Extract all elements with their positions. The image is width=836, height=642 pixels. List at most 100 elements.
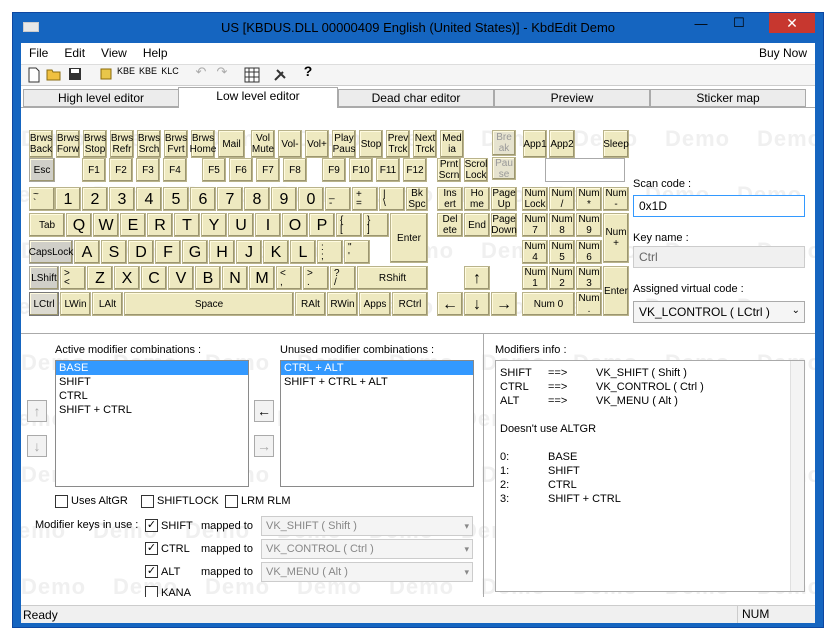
key-lalt[interactable]: LAlt — [92, 292, 123, 316]
key-page-up[interactable]: Page Up — [491, 187, 517, 211]
shift-vk-select[interactable]: VK_SHIFT ( Shift ) ▾ — [261, 516, 473, 536]
tab-sticker-map[interactable]: Sticker map — [650, 89, 806, 107]
new-file-icon[interactable] — [25, 67, 43, 85]
key-arrow-left[interactable]: ← — [437, 292, 463, 316]
key-num-add[interactable]: Num + — [603, 213, 629, 263]
key-lwin[interactable]: LWin — [60, 292, 91, 316]
key-brws-refr[interactable]: Brws Refr — [110, 130, 134, 158]
key-app1[interactable]: App1 — [523, 130, 547, 158]
key-x[interactable]: X — [114, 266, 140, 290]
list-item[interactable]: CTRL + ALT — [281, 361, 473, 375]
key-tab[interactable]: Tab — [29, 213, 65, 237]
key-next-trck[interactable]: Next Trck — [413, 130, 437, 158]
key-break[interactable]: Bre ak — [492, 130, 516, 156]
key-oem102[interactable]: > < — [60, 266, 86, 290]
key-num-div[interactable]: Num / — [549, 187, 575, 211]
klc-icon[interactable]: KLC — [161, 67, 179, 85]
key-home[interactable]: Ho me — [464, 187, 490, 211]
key-minus[interactable]: _ - — [325, 187, 351, 211]
menu-help[interactable]: Help — [135, 46, 176, 60]
key-c[interactable]: C — [141, 266, 167, 290]
move-right-button[interactable]: → — [254, 435, 274, 457]
key-num4[interactable]: Num 4 — [522, 240, 548, 264]
key-caps[interactable]: CapsLock — [29, 240, 73, 264]
key-mail[interactable]: Mail — [218, 130, 245, 158]
kbe-export-icon[interactable]: KBE — [117, 67, 135, 85]
key-enter[interactable]: Enter — [390, 213, 428, 263]
key-slash[interactable]: ? / — [330, 266, 356, 290]
key-quote[interactable]: " ' — [344, 240, 370, 264]
key-rctrl[interactable]: RCtrl — [392, 292, 428, 316]
key-f2[interactable]: F2 — [109, 158, 133, 182]
key-stop[interactable]: Stop — [359, 130, 383, 158]
key-num6[interactable]: Num 6 — [576, 240, 602, 264]
key-num-sub[interactable]: Num - — [603, 187, 629, 211]
key-o[interactable]: O — [282, 213, 308, 237]
key-k[interactable]: K — [263, 240, 289, 264]
shiftlock-checkbox[interactable] — [141, 495, 154, 508]
maximize-button[interactable]: ☐ — [725, 13, 753, 33]
key-comma[interactable]: <, — [276, 266, 302, 290]
key-lbr[interactable]: {[ — [336, 213, 362, 237]
key-apps[interactable]: Apps — [359, 292, 391, 316]
tab-preview[interactable]: Preview — [494, 89, 650, 107]
key-arrow-up[interactable]: ↑ — [464, 266, 490, 290]
kana-checkbox[interactable] — [145, 586, 158, 597]
key-f5[interactable]: F5 — [202, 158, 226, 182]
key-brws-back[interactable]: Brws Back — [29, 130, 53, 158]
key-e[interactable]: E — [120, 213, 146, 237]
key-play-paus[interactable]: Play Paus — [332, 130, 356, 158]
tab-dead-char-editor[interactable]: Dead char editor — [338, 89, 494, 107]
key-n0[interactable]: 0 — [298, 187, 324, 211]
key-w[interactable]: W — [93, 213, 119, 237]
scan-code-field[interactable]: 0x1D — [633, 195, 805, 217]
list-item[interactable]: SHIFT — [56, 375, 248, 389]
key-delete[interactable]: Del ete — [437, 213, 463, 237]
key-num-enter[interactable]: Enter — [603, 266, 629, 316]
key-n[interactable]: N — [222, 266, 248, 290]
minimize-button[interactable]: — — [687, 13, 715, 33]
key-app2[interactable]: App2 — [549, 130, 575, 158]
key-num-dec[interactable]: Num . — [576, 292, 602, 316]
key-n5[interactable]: 5 — [163, 187, 189, 211]
key-f1[interactable]: F1 — [82, 158, 106, 182]
key-f11[interactable]: F11 — [376, 158, 400, 182]
key-vol-up[interactable]: Vol+ — [305, 130, 329, 158]
key-s[interactable]: S — [101, 240, 127, 264]
ctrl-vk-select[interactable]: VK_CONTROL ( Ctrl ) ▾ — [261, 539, 473, 559]
tools-icon[interactable] — [271, 67, 289, 85]
list-item[interactable]: SHIFT + CTRL — [56, 403, 248, 417]
key-name-field[interactable]: Ctrl — [633, 246, 805, 268]
key-rwin[interactable]: RWin — [327, 292, 358, 316]
key-num1[interactable]: Num 1 — [522, 266, 548, 290]
menu-file[interactable]: File — [21, 46, 56, 60]
key-prev-trck[interactable]: Prev Trck — [386, 130, 410, 158]
key-f7[interactable]: F7 — [256, 158, 280, 182]
key-ralt[interactable]: RAlt — [295, 292, 326, 316]
virtual-code-select[interactable]: VK_LCONTROL ( LCtrl ) ⌄ — [633, 301, 805, 323]
key-bslash[interactable]: | \ — [379, 187, 405, 211]
key-equal[interactable]: + = — [352, 187, 378, 211]
key-t[interactable]: T — [174, 213, 200, 237]
key-f9[interactable]: F9 — [322, 158, 346, 182]
redo-icon[interactable]: ↷ — [213, 65, 231, 85]
key-arrow-down[interactable]: ↓ — [464, 292, 490, 316]
key-grave[interactable]: ~ ` — [29, 187, 55, 211]
key-b[interactable]: B — [195, 266, 221, 290]
unused-combos-list[interactable]: CTRL + ALT SHIFT + CTRL + ALT — [280, 360, 474, 487]
move-left-button[interactable]: ← — [254, 400, 274, 422]
key-num7[interactable]: Num 7 — [522, 213, 548, 237]
key-u[interactable]: U — [228, 213, 254, 237]
open-folder-icon[interactable] — [45, 67, 63, 85]
active-combos-list[interactable]: BASE SHIFT CTRL SHIFT + CTRL — [55, 360, 249, 487]
key-i[interactable]: I — [255, 213, 281, 237]
shift-checkbox[interactable]: ✓ — [145, 519, 158, 532]
alt-vk-select[interactable]: VK_MENU ( Alt ) ▾ — [261, 562, 473, 582]
key-esc[interactable]: Esc — [29, 158, 55, 182]
key-insert[interactable]: Ins ert — [437, 187, 463, 211]
key-f6[interactable]: F6 — [229, 158, 253, 182]
key-num5[interactable]: Num 5 — [549, 240, 575, 264]
keyboard-grid-icon[interactable] — [243, 67, 261, 85]
key-space[interactable]: Space — [124, 292, 294, 316]
list-item[interactable]: SHIFT + CTRL + ALT — [281, 375, 473, 389]
